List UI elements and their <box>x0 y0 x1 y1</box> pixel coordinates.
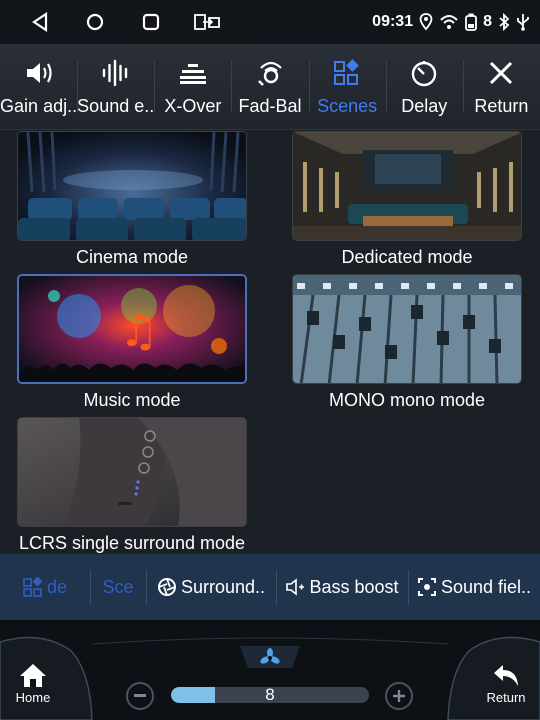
music-thumbnail: ♫ <box>17 274 247 384</box>
dedicated-thumbnail <box>292 131 522 241</box>
bottom-tab-bar: de Sce Surround.. Bass boost Sound fiel.… <box>0 554 540 620</box>
scene-lcrs-mode[interactable]: LCRS single surround mode <box>17 417 247 554</box>
back-nav-button[interactable] <box>26 8 54 36</box>
tab-label: Sound fiel.. <box>440 576 532 597</box>
tab-delay[interactable]: Delay <box>385 44 463 129</box>
equalizer-bars-icon <box>178 58 208 88</box>
wifi-icon <box>440 15 458 29</box>
speaker-plus-icon <box>286 578 305 596</box>
home-nav-button[interactable] <box>81 8 109 36</box>
location-icon <box>419 13 433 31</box>
tab-label: Bass boost <box>309 576 399 597</box>
tab-sound-field[interactable]: Sound fiel.. <box>408 554 540 620</box>
tab-label: Return <box>474 96 529 116</box>
close-icon <box>486 58 516 88</box>
tab-label: Fad-Bal <box>238 96 302 116</box>
tab-bass-boost[interactable]: Bass boost <box>276 554 408 620</box>
tab-scenes-short[interactable]: de <box>0 554 90 620</box>
tab-gain-adjust[interactable]: Gain adj.. <box>0 44 77 129</box>
plus-icon <box>393 690 405 702</box>
tab-label: Sce <box>102 576 134 597</box>
usb-icon <box>517 14 529 31</box>
scene-caption: Music mode <box>83 390 181 410</box>
battery-level: 8 <box>483 13 492 30</box>
tab-return[interactable]: Return <box>462 44 540 129</box>
tab-scenes-bottom[interactable]: Sce <box>90 554 146 620</box>
tab-label: Sound e.. <box>77 96 155 116</box>
fan-level-value: 8 <box>265 685 275 704</box>
tab-fad-bal[interactable]: Fad-Bal <box>231 44 308 129</box>
fan-decrease-button[interactable] <box>126 682 154 710</box>
home-circle-icon <box>86 13 104 31</box>
scene-caption: LCRS single surround mode <box>18 533 246 553</box>
tab-x-over[interactable]: X-Over <box>154 44 231 129</box>
fan-increase-button[interactable] <box>385 682 413 710</box>
speaker-volume-icon <box>24 58 54 88</box>
sound-field-icon <box>417 578 436 596</box>
dock-return-button[interactable]: Return <box>484 662 528 714</box>
screen-switch-icon <box>194 14 220 30</box>
tab-label: Surround.. <box>180 576 266 597</box>
system-dock: Home Return 8 <box>0 620 540 720</box>
timer-icon <box>409 58 439 88</box>
return-arrow-icon <box>494 665 518 686</box>
home-label: Home <box>15 690 51 705</box>
status-right: 09:31 8 <box>372 0 530 44</box>
tab-label: Gain adj.. <box>0 96 78 116</box>
status-bar: 09:31 8 <box>0 0 540 44</box>
scenes-grid-icon <box>23 577 43 597</box>
mixer-thumbnail <box>292 274 522 384</box>
fan-icon <box>260 648 280 664</box>
screen-switch-button[interactable] <box>192 8 222 36</box>
scene-mono-mode[interactable]: MONO mono mode <box>292 274 522 411</box>
tab-surround[interactable]: Surround.. <box>146 554 276 620</box>
tab-label: X-Over <box>164 96 222 116</box>
scene-caption: MONO mono mode <box>328 390 486 410</box>
tab-label: Scenes <box>317 96 378 116</box>
recents-square-icon <box>142 13 160 31</box>
return-label: Return <box>486 690 526 705</box>
scene-caption: Cinema mode <box>75 247 189 267</box>
svg-text:♫: ♫ <box>119 306 158 357</box>
top-toolbar: Gain adj.. Sound e.. X-Over Fad-Bal Scen… <box>0 44 540 130</box>
cinema-thumbnail <box>17 131 247 241</box>
back-triangle-icon <box>32 12 48 32</box>
scene-dedicated-mode[interactable]: Dedicated mode <box>292 131 522 268</box>
speaker-thumbnail <box>17 417 247 527</box>
tab-sound-effects[interactable]: Sound e.. <box>77 44 154 129</box>
minus-icon <box>134 694 146 697</box>
clock: 09:31 <box>372 13 414 30</box>
house-icon <box>20 664 46 687</box>
fader-balance-icon <box>255 58 285 88</box>
scenes-grid: Cinema mode Dedicated mode ♫ Music mode … <box>0 130 540 554</box>
fan-button[interactable] <box>258 647 282 669</box>
waveform-icon <box>101 58 131 88</box>
bluetooth-icon <box>499 13 510 31</box>
scene-music-mode[interactable]: ♫ Music mode <box>17 274 247 411</box>
tab-label: de <box>46 576 68 597</box>
tab-scenes[interactable]: Scenes <box>308 44 386 129</box>
battery-icon <box>465 13 477 31</box>
surround-aperture-icon <box>157 578 176 596</box>
home-button[interactable]: Home <box>12 662 54 714</box>
recents-nav-button[interactable] <box>137 8 165 36</box>
scenes-grid-icon <box>332 58 362 88</box>
tab-label: Delay <box>401 96 448 116</box>
scene-caption: Dedicated mode <box>341 247 473 267</box>
scene-cinema-mode[interactable]: Cinema mode <box>17 131 247 268</box>
